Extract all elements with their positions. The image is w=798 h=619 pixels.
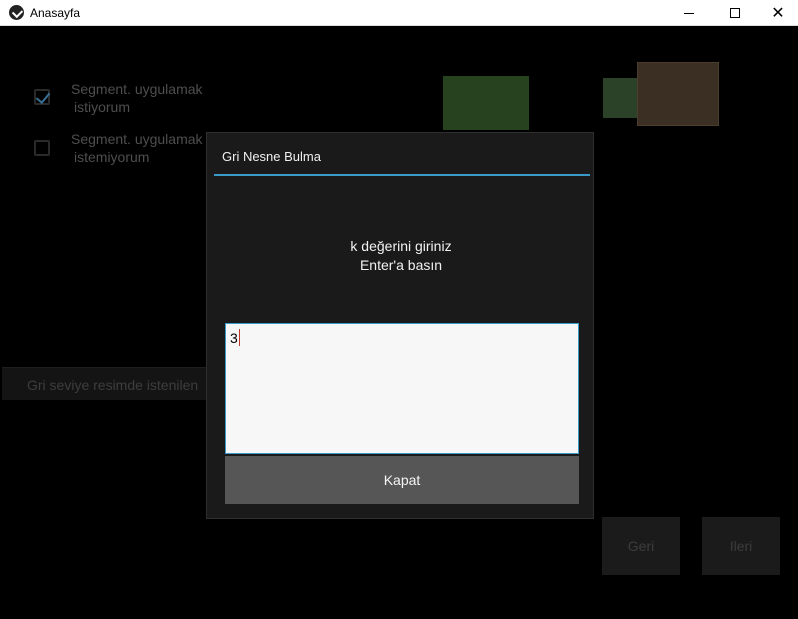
image-preview-green-small <box>603 78 639 118</box>
text-caret <box>239 329 240 346</box>
app-icon <box>9 5 24 20</box>
main-content: Segment. uygulamak istiyorum Segment. uy… <box>0 27 798 619</box>
dialog-title-separator <box>214 174 590 176</box>
maximize-icon <box>730 8 740 18</box>
dialog-title: Gri Nesne Bulma <box>222 149 321 164</box>
minimize-button[interactable] <box>666 0 712 26</box>
next-button[interactable]: Ileri <box>702 517 780 575</box>
maximize-button[interactable] <box>712 0 758 26</box>
image-preview-green <box>443 76 529 130</box>
image-preview-brown <box>637 62 719 126</box>
dialog-message-line2: Enter'a basın <box>359 257 443 273</box>
segment-yes-label: Segment. uygulamak istiyorum <box>71 80 203 116</box>
segment-no-checkbox[interactable] <box>34 140 50 156</box>
dialog-message: k değerini giriniz Enter'a basın <box>207 237 595 275</box>
segment-no-label-line1: Segment. uygulamak <box>71 131 203 147</box>
close-dialog-button[interactable]: Kapat <box>225 456 579 504</box>
segment-yes-label-line2: istiyorum <box>74 99 131 115</box>
gray-level-button-label: Gri seviye resimde istenilen <box>27 377 199 393</box>
k-value-input[interactable]: 3 <box>225 323 579 454</box>
title-bar: Anasayfa ✕ <box>0 0 798 26</box>
segment-no-label-line2: istemiyorum <box>74 149 150 165</box>
k-value-input-text: 3 <box>230 330 238 346</box>
segment-yes-label-line1: Segment. uygulamak <box>71 81 203 97</box>
window-title: Anasayfa <box>30 6 81 20</box>
back-button[interactable]: Geri <box>602 517 680 575</box>
close-window-button[interactable]: ✕ <box>755 0 798 26</box>
dialog-message-line1: k değerini giriniz <box>350 238 452 254</box>
close-icon: ✕ <box>771 5 785 22</box>
segment-yes-checkbox[interactable] <box>34 89 50 105</box>
minimize-icon <box>684 12 694 14</box>
segment-no-label: Segment. uygulamak istemiyorum <box>71 130 203 166</box>
popup-dialog: Gri Nesne Bulma k değerini giriniz Enter… <box>206 132 594 519</box>
